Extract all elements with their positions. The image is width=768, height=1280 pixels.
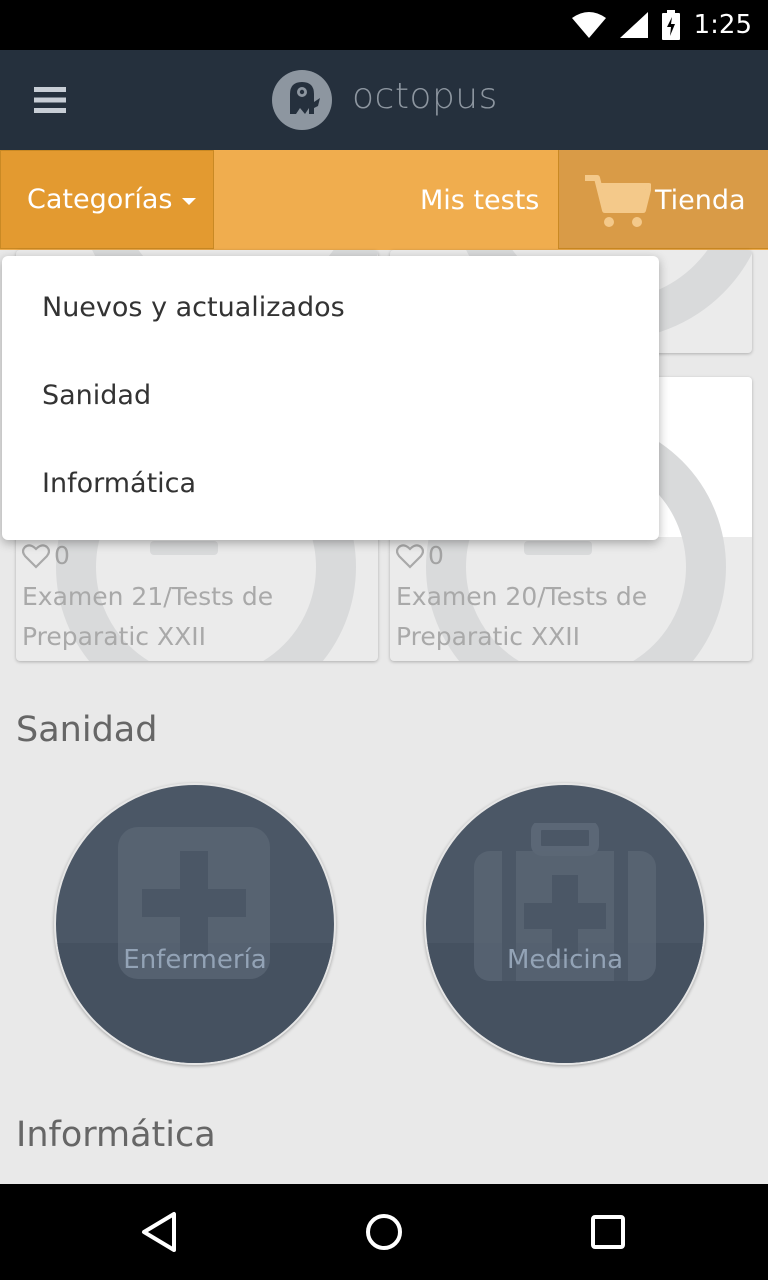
category-medicina[interactable]: Medicina (424, 783, 706, 1065)
categorias-dropdown-menu: Nuevos y actualizados Sanidad Informátic… (2, 256, 659, 540)
hamburger-menu-icon (34, 87, 66, 113)
status-time: 1:25 (693, 10, 752, 40)
shopping-cart-icon (585, 175, 651, 227)
octopus-logo-icon (272, 70, 332, 130)
tienda-button[interactable]: Tienda (558, 150, 768, 249)
battery-icon (661, 10, 680, 40)
card-likes: 0 (396, 541, 444, 570)
card-title: Examen 20/Tests de Preparatic XXII (396, 577, 647, 657)
caret-down-icon (182, 197, 197, 205)
categorias-label: Categorías (27, 184, 173, 215)
tienda-label: Tienda (655, 184, 746, 216)
menu-button[interactable] (24, 74, 76, 126)
cell-signal-icon (619, 12, 648, 38)
category-label: Enfermería (123, 945, 267, 975)
card-placeholder-bar (524, 541, 592, 555)
card-title-line: Preparatic XXII (396, 622, 580, 651)
status-bar: 1:25 (0, 0, 768, 50)
category-label: Medicina (506, 945, 624, 975)
back-icon[interactable] (136, 1208, 184, 1256)
status-icons: 1:25 (571, 0, 752, 50)
card-title-line: Examen 21/Tests de (22, 582, 274, 611)
likes-count: 0 (54, 541, 70, 570)
nav-bar: Categorías Mis tests Tienda (0, 150, 768, 250)
card-title-line: Examen 20/Tests de (396, 582, 648, 611)
heart-icon[interactable] (22, 543, 50, 569)
categorias-dropdown-button[interactable]: Categorías (0, 150, 214, 249)
dropdown-item-nuevos[interactable]: Nuevos y actualizados (42, 292, 345, 323)
heart-icon[interactable] (396, 543, 424, 569)
app-bar: octopus (0, 50, 768, 150)
dropdown-item-sanidad[interactable]: Sanidad (42, 380, 151, 411)
card-title-line: Preparatic XXII (22, 622, 206, 651)
recents-icon[interactable] (584, 1208, 632, 1256)
section-title-informatica: Informática (16, 1115, 216, 1155)
dropdown-item-informatica[interactable]: Informática (42, 468, 196, 499)
section-title-sanidad: Sanidad (16, 710, 158, 750)
likes-count: 0 (428, 541, 444, 570)
mis-tests-link[interactable]: Mis tests (420, 150, 539, 250)
card-title: Examen 21/Tests de Preparatic XXII (22, 577, 273, 657)
category-enfermeria[interactable]: Enfermería (54, 783, 336, 1065)
card-likes: 0 (22, 541, 70, 570)
system-navigation-bar (0, 1184, 768, 1280)
app-title: octopus (352, 76, 498, 117)
home-icon[interactable] (360, 1208, 408, 1256)
wifi-icon (571, 12, 606, 38)
card-placeholder-bar (150, 541, 218, 555)
